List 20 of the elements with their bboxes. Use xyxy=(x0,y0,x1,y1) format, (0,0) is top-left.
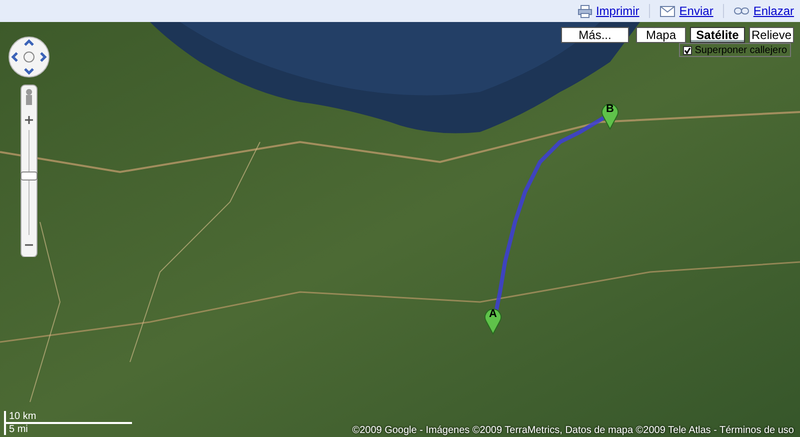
toolbar-link[interactable]: Enviar xyxy=(679,4,714,18)
zoom-pan-control[interactable] xyxy=(8,35,50,257)
map-pin-icon[interactable] xyxy=(601,102,619,130)
map-type-button[interactable]: Mapa xyxy=(636,27,686,43)
toolbar-link[interactable]: Imprimir xyxy=(596,4,640,18)
scale-bar: 5 mi xyxy=(4,424,92,435)
map-type-button[interactable]: Más... xyxy=(561,27,629,43)
map-pin-icon[interactable] xyxy=(484,307,502,335)
envelope-icon xyxy=(660,6,676,16)
marker-label: B xyxy=(605,103,615,115)
satellite-map-tile[interactable] xyxy=(0,22,800,437)
scale-bar: 10 km xyxy=(4,411,132,424)
chain-link-icon xyxy=(734,7,750,15)
map-type-button[interactable]: Relieve xyxy=(749,27,794,43)
printer-icon xyxy=(578,4,592,18)
checkbox-label: Superponer callejero xyxy=(694,44,787,56)
copyright-notice: ©2009 Google - Imágenes ©2009 TerraMetrics, Datos de mapa ©2009 Tele Atlas - Términos de uso xyxy=(352,425,794,436)
map-type-button[interactable]: Satélite xyxy=(690,27,745,43)
marker-label: A xyxy=(488,308,498,320)
toolbar-link[interactable]: Enlazar xyxy=(753,4,794,18)
